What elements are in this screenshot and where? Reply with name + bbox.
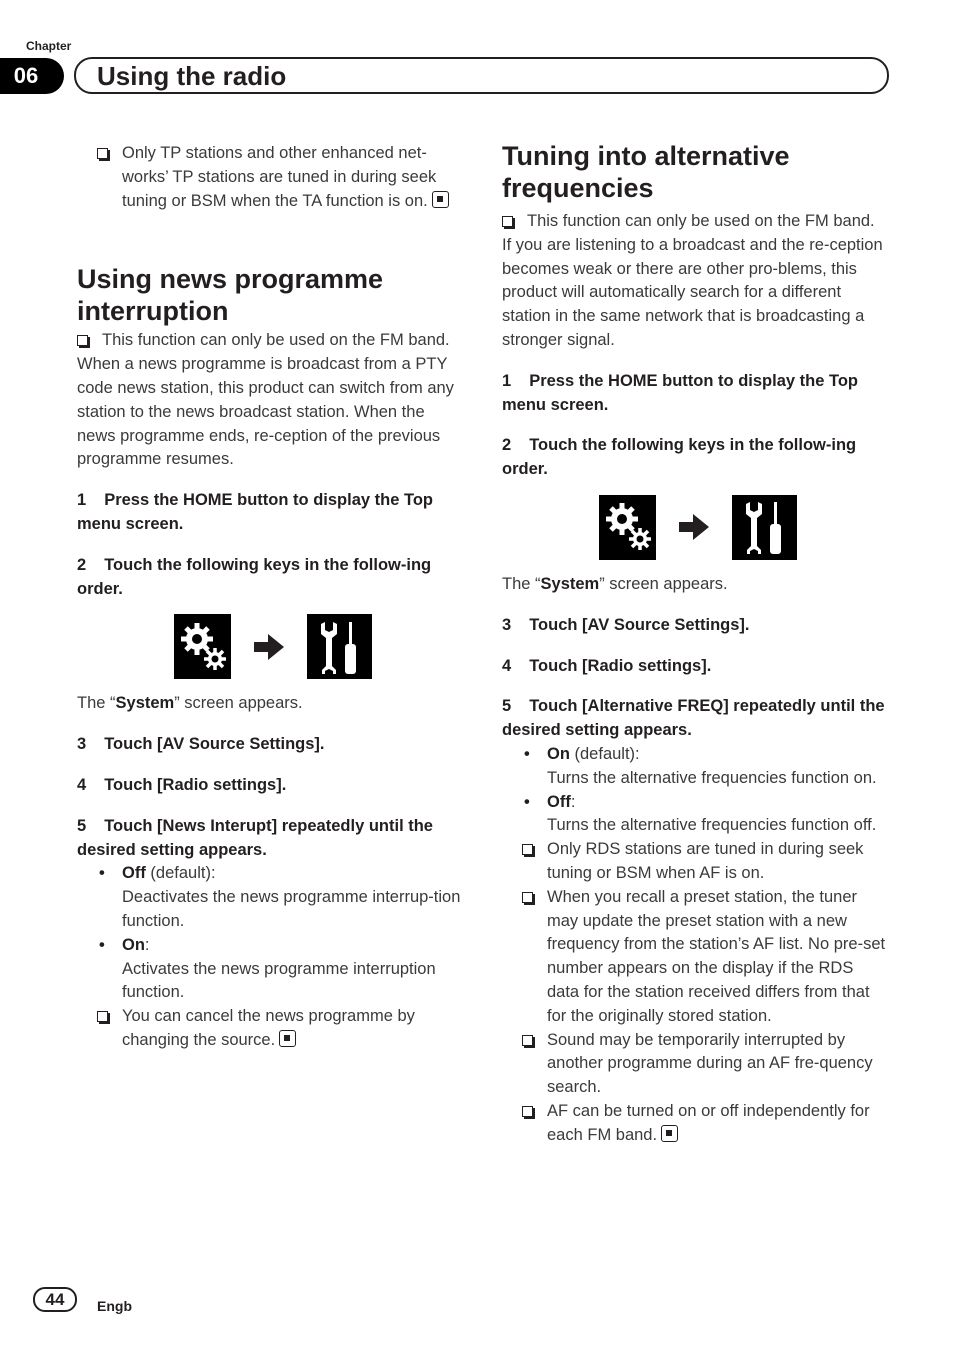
note-icon	[522, 1105, 533, 1117]
note-af-per-band: AF can be turned on or off independently…	[502, 1100, 888, 1148]
chapter-number: 06	[0, 58, 64, 94]
step-3: 3 Touch [AV Source Settings].	[77, 735, 325, 754]
note-icon	[77, 335, 88, 347]
option-off: • Off (default): Deactivates the news pr…	[99, 864, 461, 930]
settings-gear-icon	[174, 614, 231, 680]
language-code: Engb	[97, 1298, 132, 1314]
note-rds-only: Only RDS stations are tuned in during se…	[502, 838, 888, 886]
note-icon	[522, 891, 533, 903]
note-icon	[522, 844, 533, 856]
page-number: 44	[33, 1287, 77, 1312]
option-off: • Off: Turns the alternative frequencies…	[524, 792, 877, 835]
end-of-section-icon	[661, 1124, 679, 1142]
section-title-news: Using news programme interruption	[77, 264, 384, 327]
af-intro: If you are listening to a broadcast and …	[502, 235, 883, 349]
note-fm-only: This function can only be used on the FM…	[77, 329, 463, 353]
step-1: 1 Press the HOME button to display the To…	[502, 371, 858, 414]
left-column: Only TP stations and other enhanced net-…	[77, 142, 463, 1053]
key-sequence	[174, 614, 463, 680]
note-icon	[502, 216, 513, 227]
step-5: 5 Touch [News Interupt] repeatedly until …	[77, 816, 433, 859]
end-of-section-icon	[279, 1029, 297, 1047]
section-title-af: Tuning into alternative frequencies	[502, 141, 790, 203]
note-icon	[97, 1011, 108, 1023]
note-cancel: You can cancel the news programme by cha…	[77, 1005, 463, 1053]
step-1: 1 Press the HOME button to display the To…	[77, 491, 433, 533]
note-preset-update: When you recall a preset station, the tu…	[502, 886, 888, 1029]
chapter-label: Chapter	[26, 39, 72, 53]
step-4: 4 Touch [Radio settings].	[502, 656, 712, 675]
step-3: 3 Touch [AV Source Settings].	[502, 615, 750, 634]
arrow-right-icon	[231, 633, 307, 660]
tools-wrench-screwdriver-icon	[732, 494, 797, 560]
step-2: 2 Touch the following keys in the follow-…	[502, 436, 857, 479]
tools-wrench-screwdriver-icon	[307, 614, 372, 680]
step-4: 4 Touch [Radio settings].	[77, 775, 287, 794]
step-2: 2 Touch the following keys in the follow-…	[77, 555, 432, 598]
arrow-right-icon	[656, 514, 732, 541]
system-screen-note: The “System” screen appears.	[77, 694, 303, 713]
option-on: • On: Activates the news programme inter…	[99, 935, 436, 1002]
system-screen-note: The “System” screen appears.	[502, 574, 728, 593]
chapter-title: Using the radio	[97, 61, 287, 91]
key-sequence	[599, 494, 888, 560]
note-fm-only: This function can only be used on the FM…	[502, 210, 888, 234]
note-sound-interrupt: Sound may be temporarily interrupted by …	[502, 1029, 888, 1100]
note-icon	[97, 148, 108, 159]
note-tp-stations: Only TP stations and other enhanced net-…	[77, 142, 463, 213]
step-5: 5 Touch [Alternative FREQ] repeatedly unt…	[502, 697, 885, 740]
option-on: • On (default): Turns the alternative fr…	[524, 744, 877, 787]
note-icon	[522, 1034, 533, 1046]
right-column: Tuning into alternative frequencies This…	[502, 140, 888, 1148]
settings-gear-icon	[599, 494, 656, 560]
news-intro: When a news programme is broadcast from …	[77, 355, 454, 469]
end-of-section-icon	[431, 190, 449, 208]
